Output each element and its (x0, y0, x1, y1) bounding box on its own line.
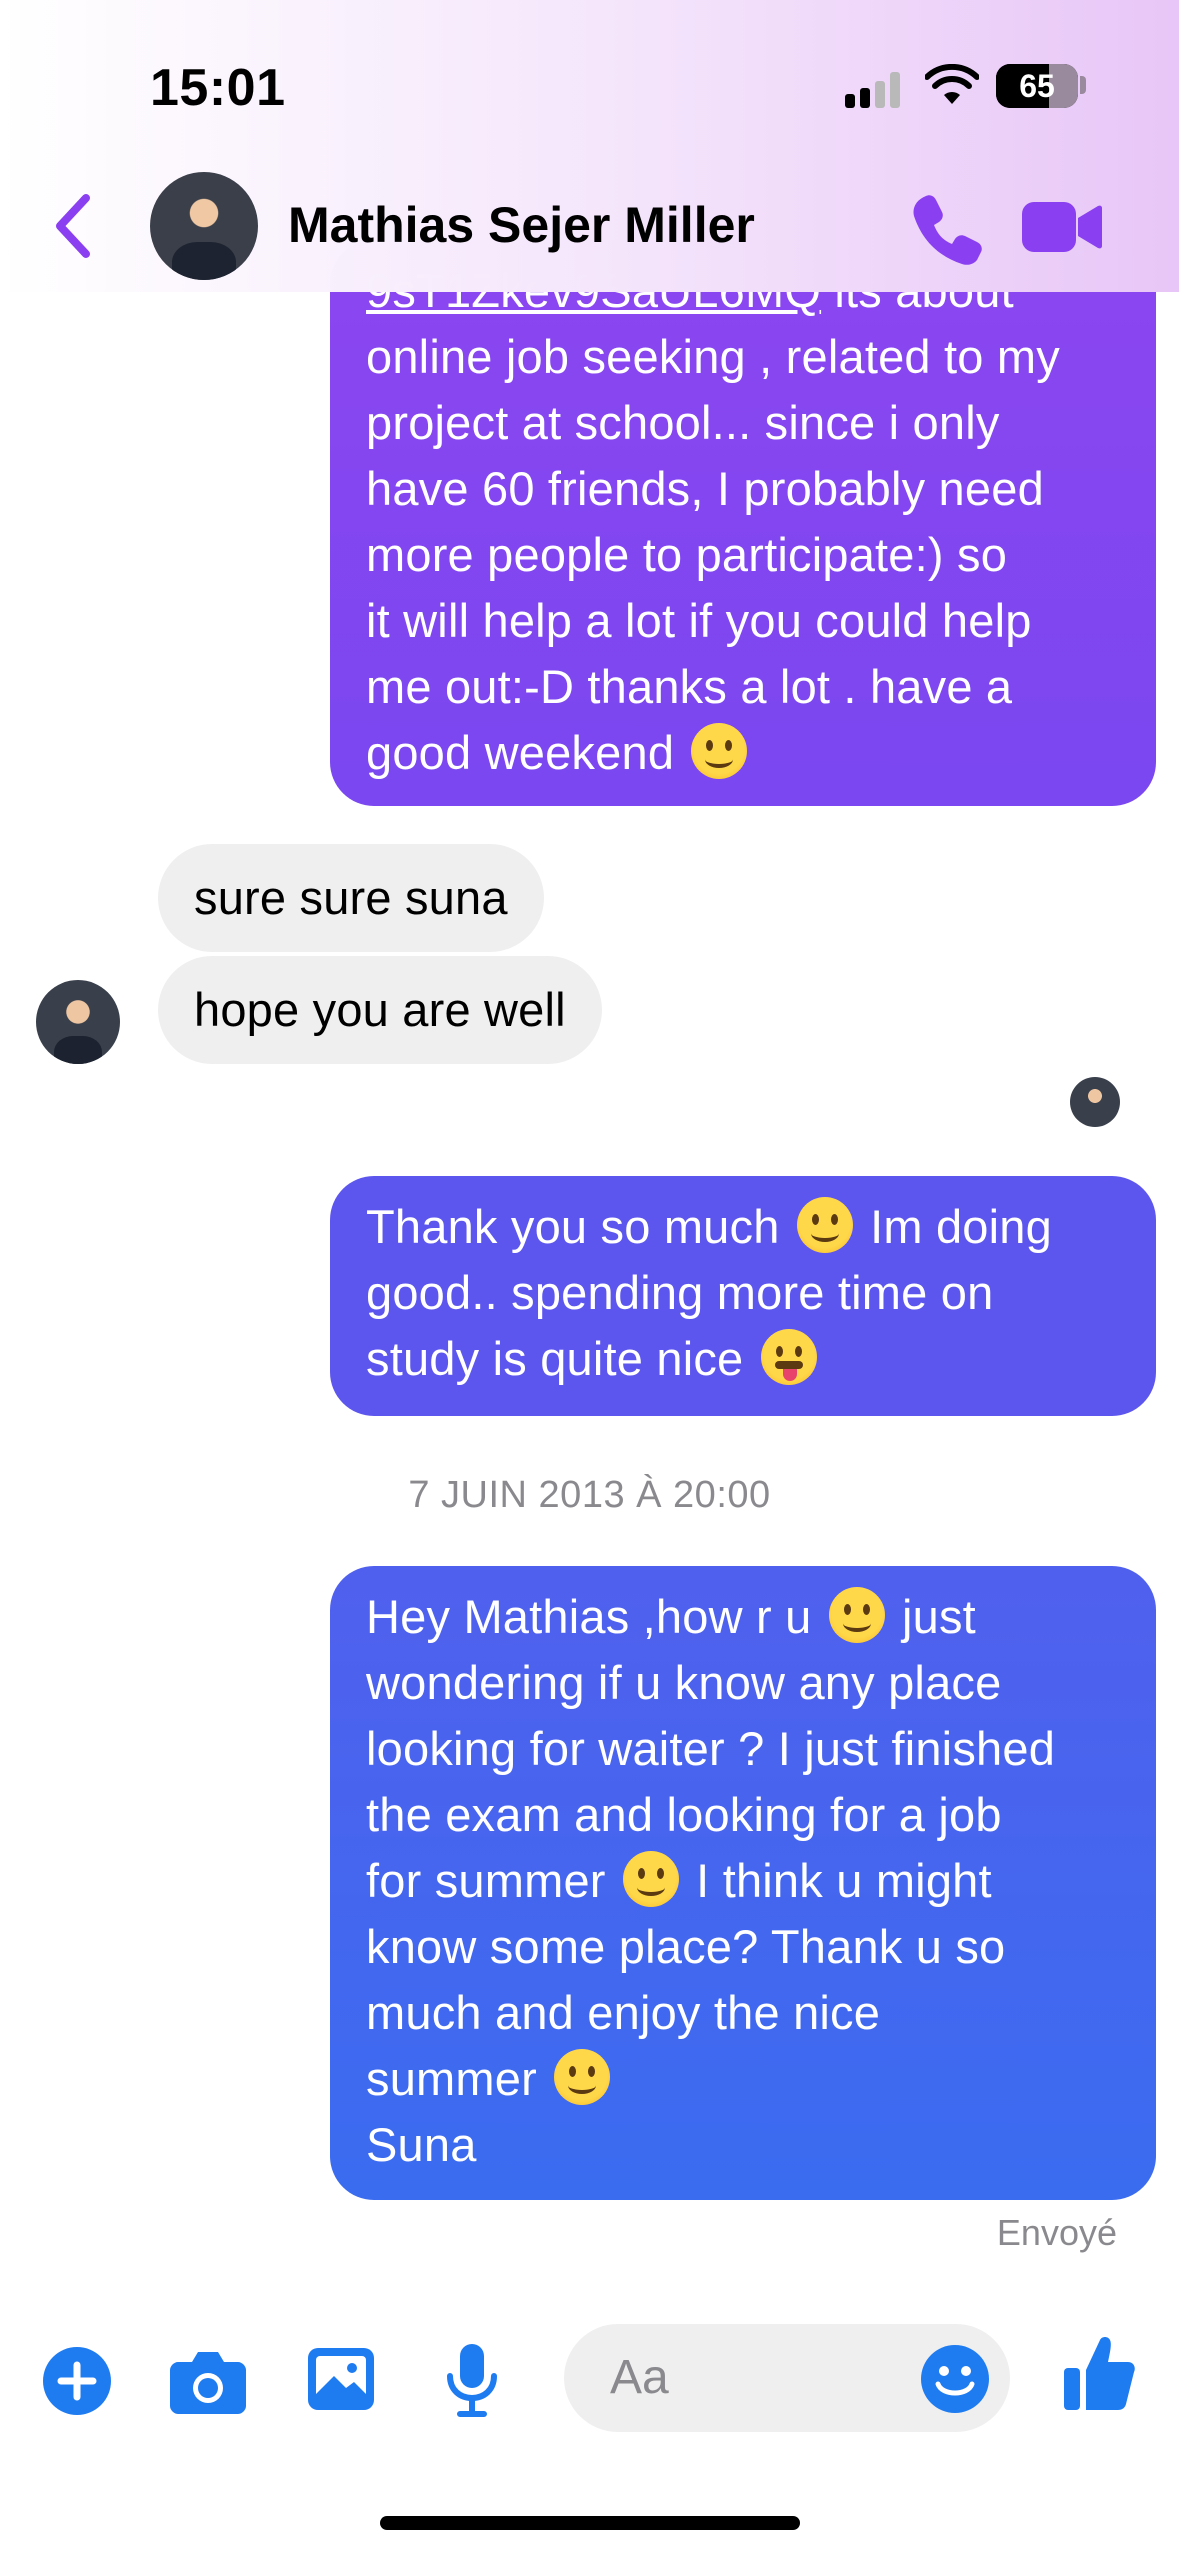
message-line: summer (366, 2052, 537, 2105)
message-line: the exam and looking for a job (366, 1788, 1002, 1841)
video-camera-icon[interactable] (1020, 196, 1102, 258)
thumbs-up-icon[interactable] (1062, 2334, 1136, 2412)
message-line: online job seeking , related to my (366, 330, 1060, 383)
message-line: project at school... since i only (366, 396, 1000, 449)
battery-tip (1080, 76, 1086, 94)
message-line: much and enjoy the nice (366, 1986, 881, 2039)
microphone-icon[interactable] (444, 2342, 500, 2418)
message-line: Thank you so much (366, 1200, 780, 1253)
message-line: study is quite nice (366, 1332, 744, 1385)
message-line: for summer (366, 1854, 606, 1907)
message-line: wondering if u know any place (366, 1656, 1002, 1709)
message-outgoing[interactable]: Thank you so much Im doing good.. spendi… (330, 1176, 1156, 1416)
plus-icon[interactable] (42, 2346, 112, 2416)
message-line: me out:-D thanks a lot . have a (366, 660, 1013, 713)
cellular-signal-icon (845, 70, 905, 108)
message-line: just (901, 1590, 976, 1643)
phone-icon[interactable] (910, 190, 986, 266)
battery-level: 65 (1019, 68, 1055, 104)
message-incoming[interactable]: sure sure suna (158, 844, 544, 952)
slightly-smiling-face-emoji (796, 1197, 853, 1253)
emoji-icon[interactable] (920, 2344, 990, 2414)
battery-icon: 65 (996, 64, 1078, 108)
contact-name[interactable]: Mathias Sejer Miller (288, 196, 755, 254)
message-outgoing[interactable]: 9sT1Zkev9SaUL6MQ its about online job se… (330, 240, 1156, 806)
slightly-smiling-face-emoji (622, 1851, 679, 1907)
message-line: good.. spending more time on (366, 1266, 994, 1319)
contact-avatar[interactable] (150, 172, 258, 280)
message-signature: Suna (366, 2118, 477, 2171)
slightly-smiling-face-emoji (691, 723, 748, 779)
message-line: more people to participate:) so (366, 528, 1008, 581)
message-timestamp: 7 JUIN 2013 À 20:00 (408, 1474, 771, 1516)
sent-status: Envoyé (996, 2212, 1117, 2253)
message-line: Hey Mathias ,how r u (366, 1590, 812, 1643)
message-incoming[interactable]: hope you are well (158, 956, 602, 1064)
chat-header: 15:01 65 Mathias Sejer Miller (0, 0, 1179, 292)
message-line: Im doing (870, 1200, 1052, 1253)
read-receipt-avatar (1070, 1077, 1120, 1127)
message-line: it will help a lot if you could help (366, 594, 1032, 647)
slightly-smiling-face-emoji (554, 2049, 611, 2105)
message-line: I think u might (696, 1854, 992, 1907)
message-input-placeholder: Aa (610, 2351, 669, 2404)
image-icon[interactable] (306, 2344, 376, 2414)
wifi-icon (925, 64, 979, 104)
message-line: know some place? Thank u so (366, 1920, 1006, 1973)
camera-icon[interactable] (170, 2346, 246, 2416)
message-outgoing[interactable]: Hey Mathias ,how r u just wondering if u… (330, 1566, 1156, 2200)
message-line: good weekend (366, 726, 675, 779)
face-with-tongue-emoji (760, 1329, 817, 1385)
message-line: have 60 friends, I probably need (366, 462, 1044, 515)
sender-avatar[interactable] (36, 980, 120, 1064)
home-indicator (380, 2516, 800, 2530)
status-time: 15:01 (150, 59, 286, 117)
slightly-smiling-face-emoji (828, 1587, 885, 1643)
chevron-left-icon[interactable] (44, 186, 104, 266)
message-line: looking for waiter ? I just finished (366, 1722, 1056, 1775)
